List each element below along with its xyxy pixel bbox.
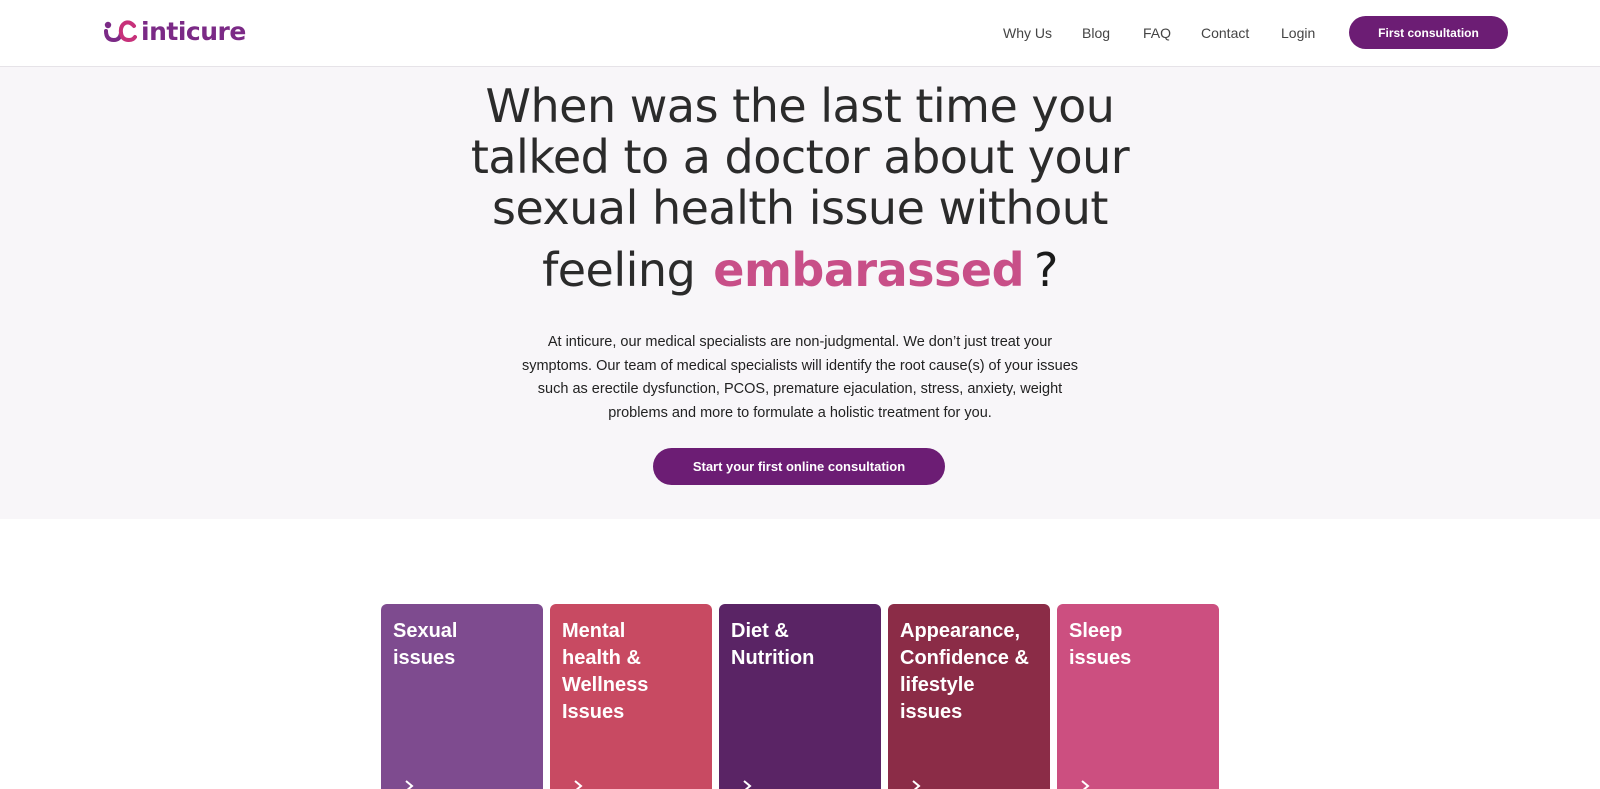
first-consultation-button[interactable]: First consultation bbox=[1349, 16, 1508, 49]
nav-link-blog[interactable]: Blog bbox=[1082, 22, 1110, 44]
headline-feeling: feeling bbox=[542, 243, 696, 297]
logo-mark-icon bbox=[104, 20, 137, 43]
arrow-right-icon bbox=[405, 780, 414, 789]
nav-link-why-us[interactable]: Why Us bbox=[1003, 22, 1052, 44]
start-consultation-button[interactable]: Start your first online consultation bbox=[653, 448, 945, 485]
category-card-title: Sexual issues bbox=[393, 620, 458, 669]
headline-line: talked to a doctor about your bbox=[470, 130, 1130, 184]
nav-link-contact[interactable]: Contact bbox=[1201, 22, 1249, 44]
category-card-title: Sleep issues bbox=[1069, 620, 1132, 669]
hero-section: When was the last time you talked to a d… bbox=[0, 67, 1600, 519]
logo-text: inticure bbox=[141, 16, 246, 46]
nav-link-faq[interactable]: FAQ bbox=[1143, 22, 1171, 44]
headline-line: sexual health issue without bbox=[492, 181, 1108, 235]
category-card-appearance[interactable]: Appearance, Confidence & lifestyle issue… bbox=[888, 604, 1050, 789]
hero-headline: When was the last time you talked to a d… bbox=[400, 81, 1200, 234]
nav-link-login[interactable]: Login bbox=[1281, 22, 1315, 44]
category-card-mental-health[interactable]: Mental health & Wellness Issues bbox=[550, 604, 712, 789]
headline-question-mark: ? bbox=[1034, 243, 1058, 297]
headline-emphasis-line: feeling embarassed? bbox=[400, 243, 1200, 297]
category-card-sexual-issues[interactable]: Sexual issues bbox=[381, 604, 543, 789]
category-card-title: Diet & Nutrition bbox=[731, 620, 815, 669]
hero-lead-text: At inticure, our medical specialists are… bbox=[521, 334, 1079, 421]
category-card-title: Mental health & Wellness Issues bbox=[562, 620, 649, 723]
arrow-right-icon bbox=[574, 780, 583, 789]
site-header: inticure Why Us Blog FAQ Contact Login F… bbox=[0, 0, 1600, 67]
arrow-right-icon bbox=[912, 780, 921, 789]
arrow-right-icon bbox=[743, 780, 752, 789]
inticure-logo[interactable]: inticure bbox=[103, 16, 246, 46]
category-card-sleep-issues[interactable]: Sleep issues bbox=[1057, 604, 1219, 789]
category-card-diet-nutrition[interactable]: Diet & Nutrition bbox=[719, 604, 881, 789]
arrow-right-icon bbox=[1081, 780, 1090, 789]
headline-emphasis: embarassed bbox=[713, 243, 1024, 297]
headline-line: When was the last time you bbox=[485, 79, 1115, 133]
category-card-title: Appearance, Confidence & lifestyle issue… bbox=[900, 620, 1029, 723]
